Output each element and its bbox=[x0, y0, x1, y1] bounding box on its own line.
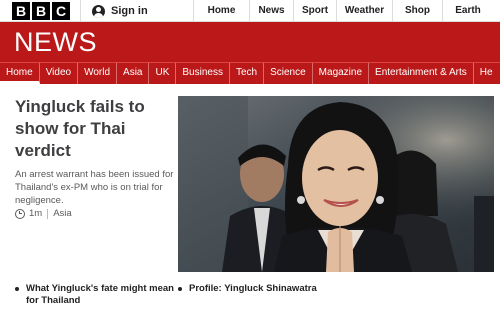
story-section-link[interactable]: Asia bbox=[53, 208, 71, 219]
section-tab-home[interactable]: Home bbox=[0, 63, 40, 84]
clock-icon bbox=[15, 208, 25, 219]
story-summary: An arrest warrant has been issued for Th… bbox=[15, 169, 174, 206]
topnav-weather[interactable]: Weather bbox=[336, 0, 392, 22]
bullet bbox=[178, 287, 182, 291]
bbc-logo-letter: B bbox=[32, 2, 50, 20]
section-tab-video[interactable]: Video bbox=[40, 63, 79, 84]
topnav-shop[interactable]: Shop bbox=[392, 0, 442, 22]
signin-label: Sign in bbox=[111, 5, 148, 17]
section-tab-health[interactable]: He bbox=[474, 63, 499, 84]
section-tab-uk[interactable]: UK bbox=[149, 63, 177, 84]
top-bar: B B C Sign in Home News Sport Weather Sh… bbox=[0, 0, 500, 22]
topnav-sport[interactable]: Sport bbox=[293, 0, 336, 22]
top-navigation: Home News Sport Weather Shop Earth bbox=[193, 0, 493, 22]
story-photo-image bbox=[178, 96, 494, 272]
topnav-home[interactable]: Home bbox=[193, 0, 249, 22]
section-tab-entertainment-arts[interactable]: Entertainment & Arts bbox=[369, 63, 474, 84]
story-timestamp: 1m bbox=[29, 208, 43, 219]
divider bbox=[80, 0, 81, 22]
user-icon bbox=[92, 4, 105, 18]
bbc-logo-letter: B bbox=[12, 2, 30, 20]
topnav-news[interactable]: News bbox=[249, 0, 293, 22]
section-tab-asia[interactable]: Asia bbox=[117, 63, 150, 84]
story-photo[interactable] bbox=[178, 96, 494, 272]
topnav-earth[interactable]: Earth bbox=[442, 0, 493, 22]
divider bbox=[47, 208, 49, 219]
related-link-label: What Yingluck's fate might mean for Thai… bbox=[26, 283, 174, 306]
related-link-1[interactable]: What Yingluck's fate might mean for Thai… bbox=[15, 283, 175, 307]
section-tab-science[interactable]: Science bbox=[264, 63, 313, 84]
signin-button[interactable]: Sign in bbox=[92, 0, 148, 22]
news-wordmark[interactable]: NEWS bbox=[14, 29, 97, 56]
bbc-logo[interactable]: B B C bbox=[12, 2, 70, 20]
news-banner: NEWS bbox=[0, 22, 500, 62]
bbc-logo-letter: C bbox=[52, 2, 70, 20]
bullet bbox=[15, 287, 19, 291]
section-tab-world[interactable]: World bbox=[78, 63, 118, 84]
related-link-2[interactable]: Profile: Yingluck Shinawatra bbox=[178, 283, 338, 295]
section-tab-magazine[interactable]: Magazine bbox=[313, 63, 370, 84]
related-link-label: Profile: Yingluck Shinawatra bbox=[189, 283, 317, 294]
story-headline[interactable]: Yingluck fails to show for Thai verdict bbox=[15, 96, 175, 162]
section-tab-business[interactable]: Business bbox=[176, 63, 230, 84]
section-navigation: Home Video World Asia UK Business Tech S… bbox=[0, 62, 500, 84]
story-meta: 1m Asia bbox=[15, 208, 72, 219]
section-tab-tech[interactable]: Tech bbox=[230, 63, 265, 84]
